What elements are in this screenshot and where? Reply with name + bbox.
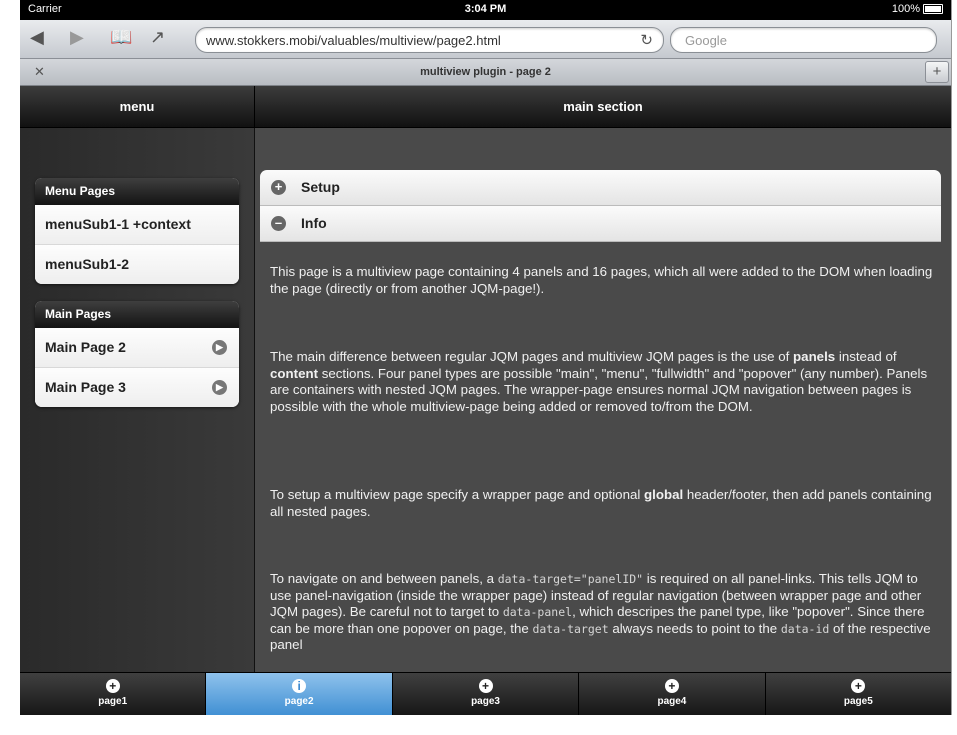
status-bar: Carrier 3:04 PM 100% — [20, 0, 951, 20]
plus-icon: + — [271, 180, 286, 195]
reload-icon[interactable]: ↻ — [640, 31, 653, 49]
share-icon[interactable]: ↗ — [150, 27, 165, 48]
collapsible-setup[interactable]: + Setup — [260, 170, 941, 206]
menu-pages-list: Menu Pages menuSub1-1 +context menuSub1-… — [35, 178, 239, 284]
paragraph: This page is a multiview page containing… — [270, 264, 933, 296]
list-item-label: Main Page 3 — [45, 379, 126, 395]
menu-header: menu — [20, 86, 255, 128]
info-content: This page is a multiview page containing… — [270, 264, 942, 297]
footer-navbar: + page1 i page2 + page3 + page4 + page5 — [20, 672, 951, 715]
paragraph: To setup a multiview page specify a wrap… — [270, 487, 932, 519]
info-content: To navigate on and between panels, a dat… — [270, 571, 942, 654]
plus-icon: + — [664, 679, 679, 693]
tab-label: page2 — [284, 696, 314, 707]
list-item[interactable]: menuSub1-2 — [35, 244, 239, 284]
url-text: www.stokkers.mobi/valuables/multiview/pa… — [206, 33, 501, 48]
main-header: main section — [255, 86, 951, 128]
battery-indicator: 100% — [892, 3, 943, 15]
info-content: To setup a multiview page specify a wrap… — [270, 487, 942, 520]
tab-title[interactable]: multiview plugin - page 2 — [20, 66, 951, 78]
search-placeholder: Google — [685, 33, 727, 48]
tab-label: page1 — [98, 696, 128, 707]
info-icon: i — [292, 679, 307, 693]
plus-icon: + — [851, 679, 866, 693]
collapsible-info[interactable]: – Info — [260, 206, 941, 242]
plus-icon: + — [105, 679, 120, 693]
collapsible-set: + Setup – Info — [260, 170, 941, 242]
collapsible-label: Setup — [301, 179, 340, 195]
list-item[interactable]: Main Page 3 ▶ — [35, 367, 239, 407]
search-input[interactable]: Google — [670, 27, 937, 53]
forward-icon[interactable]: ▶ — [70, 27, 84, 48]
main-pages-list: Main Pages Main Page 2 ▶ Main Page 3 ▶ — [35, 301, 239, 407]
address-bar[interactable]: www.stokkers.mobi/valuables/multiview/pa… — [195, 27, 664, 53]
ipad-screen: Carrier 3:04 PM 100% ◀ ▶ 📖 ↗ www.stokker… — [20, 0, 952, 715]
main-panel: + Setup – Info This page is a multiview … — [255, 128, 951, 672]
minus-icon: – — [271, 216, 286, 231]
browser-toolbar: ◀ ▶ 📖 ↗ www.stokkers.mobi/valuables/mult… — [20, 20, 951, 59]
paragraph: To navigate on and between panels, a dat… — [270, 571, 931, 652]
tab-label: page3 — [471, 696, 500, 707]
arrow-right-icon: ▶ — [212, 340, 227, 355]
back-icon[interactable]: ◀ — [30, 27, 44, 48]
battery-icon — [923, 4, 943, 14]
tab-page2[interactable]: i page2 — [206, 673, 393, 715]
list-divider: Menu Pages — [35, 178, 239, 205]
paragraph: The main difference between regular JQM … — [270, 349, 928, 414]
info-content: The main difference between regular JQM … — [270, 349, 942, 415]
tab-label: page5 — [843, 696, 873, 707]
plus-icon: + — [478, 679, 493, 693]
new-tab-icon[interactable]: + — [925, 61, 949, 83]
arrow-right-icon: ▶ — [212, 380, 227, 395]
browser-tab-bar: ✕ multiview plugin - page 2 + — [20, 59, 951, 86]
battery-percent: 100% — [891, 3, 920, 15]
tab-page4[interactable]: + page4 — [579, 673, 766, 715]
list-item[interactable]: Main Page 2 ▶ — [35, 328, 239, 367]
tab-page5[interactable]: + page5 — [766, 673, 951, 715]
list-item-label: Main Page 2 — [45, 339, 126, 355]
collapsible-label: Info — [301, 215, 327, 231]
list-item[interactable]: menuSub1-1 +context — [35, 205, 239, 244]
menu-panel: Menu Pages menuSub1-1 +context menuSub1-… — [20, 128, 255, 672]
bookmarks-icon[interactable]: 📖 — [110, 27, 132, 48]
clock: 3:04 PM — [464, 3, 507, 15]
list-divider: Main Pages — [35, 301, 239, 328]
tab-page3[interactable]: + page3 — [393, 673, 580, 715]
tab-page1[interactable]: + page1 — [20, 673, 207, 715]
tab-label: page4 — [657, 696, 687, 707]
